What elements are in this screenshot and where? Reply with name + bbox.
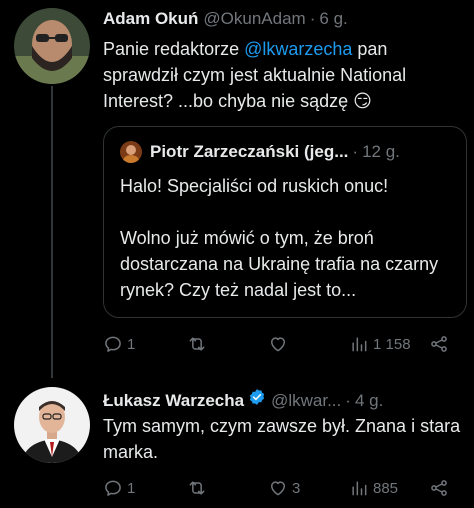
like-icon <box>271 337 285 352</box>
tweet1-action-bar: 1 1 158 <box>103 334 453 358</box>
quote-separator-dot: · <box>352 142 359 161</box>
tweet1-timestamp[interactable]: 6 g. <box>319 9 347 29</box>
tweet1-reply-count: 1 <box>127 335 136 353</box>
verified-badge-icon <box>249 389 265 405</box>
share-icon <box>431 336 447 352</box>
tweet1-author-name[interactable]: Adam Okuń <box>103 9 198 29</box>
tweet2-timestamp[interactable]: 4 g. <box>355 391 383 411</box>
tweet1-like-button[interactable] <box>268 334 292 354</box>
quote-text-line1: Halo! Specjaliści od ruskich onuc! <box>120 176 389 196</box>
views-icon <box>352 481 367 496</box>
tweet2-views-button[interactable]: 885 <box>349 478 398 498</box>
tweet1-views-count: 1 158 <box>373 335 411 353</box>
avatar-adam-okun[interactable] <box>14 8 90 84</box>
thread-connector-line <box>51 86 53 378</box>
tweet2-header: Łukasz Warzecha @lkwar... · 4 g. <box>103 388 383 411</box>
quoted-tweet-card[interactable]: Piotr Zarzeczański (jeg... · 12 g. Halo!… <box>103 126 467 318</box>
quote-text-line2: Wolno już mówić o tym, że broń dostarcza… <box>120 228 439 300</box>
tweet2-like-count: 3 <box>292 479 301 497</box>
tweet2-separator-dot: · <box>345 391 351 410</box>
quote-header: Piotr Zarzeczański (jeg... · 12 g. <box>120 141 400 163</box>
tweet2-share-button[interactable] <box>429 478 449 498</box>
views-icon <box>352 337 367 352</box>
tweet1-author-handle[interactable]: @OkunAdam <box>203 9 305 29</box>
reply-icon <box>105 336 121 352</box>
retweet-icon <box>189 481 205 495</box>
tweet1-text-start: Panie redaktorze <box>103 39 245 59</box>
tweet1-mention-link[interactable]: @lkwarzecha <box>244 39 352 59</box>
tweet1-retweet-button[interactable] <box>187 334 211 354</box>
tweet2-author-handle[interactable]: @lkwar... <box>271 391 341 411</box>
tweet2-retweet-button[interactable] <box>187 478 211 498</box>
reply-icon <box>105 480 121 496</box>
tweet1-share-button[interactable] <box>429 334 449 354</box>
tweet1-text: Panie redaktorze @lkwarzecha pan sprawdz… <box>103 36 448 114</box>
tweet2-author-name[interactable]: Łukasz Warzecha <box>103 391 244 411</box>
tweet2-views-count: 885 <box>373 479 399 497</box>
quote-author-avatar <box>120 141 142 163</box>
tweet2-text: Tym samym, czym zawsze był. Znana i star… <box>103 416 461 462</box>
tweet1-separator-dot: · <box>309 9 316 28</box>
retweet-icon <box>189 337 205 351</box>
quote-author-name: Piotr Zarzeczański (jeg... <box>150 142 349 161</box>
tweet1-views-button[interactable]: 1 158 <box>349 334 411 354</box>
avatar-lukasz-warzecha[interactable] <box>14 387 90 463</box>
tweet1-reply-button[interactable]: 1 <box>103 334 135 354</box>
like-icon <box>271 481 285 496</box>
tweet2-reply-button[interactable]: 1 <box>103 478 135 498</box>
quote-timestamp: 12 g. <box>362 142 400 161</box>
tweet2-action-bar: 1 3 885 <box>103 478 453 502</box>
share-icon <box>431 480 447 496</box>
tweet2-reply-count: 1 <box>127 479 136 497</box>
tweet2-like-button[interactable]: 3 <box>268 478 300 498</box>
tweet1-header: Adam Okuń @OkunAdam · 6 g. <box>103 9 348 29</box>
quote-text: Halo! Specjaliści od ruskich onuc! Wolno… <box>120 173 455 303</box>
